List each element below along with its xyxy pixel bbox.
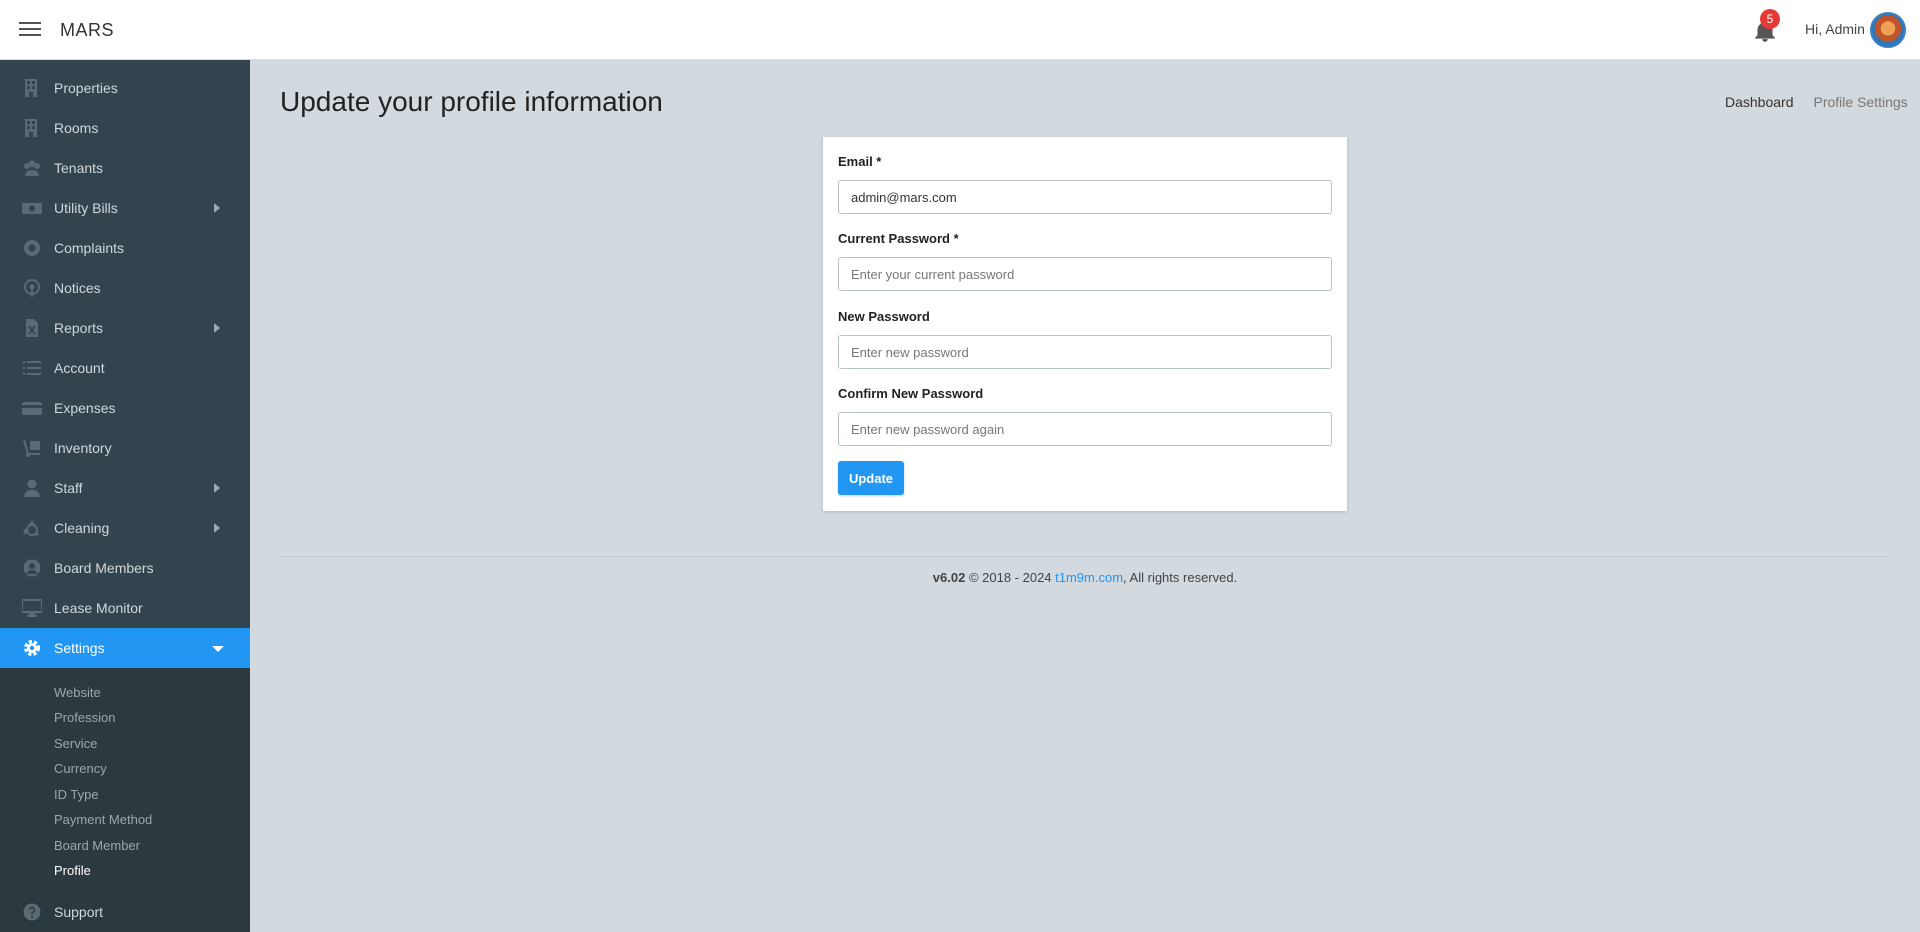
monitor-icon bbox=[22, 599, 42, 617]
sidebar-item-settings[interactable]: Settings bbox=[0, 628, 250, 668]
sidebar-item-complaints[interactable]: Complaints bbox=[0, 228, 250, 268]
user-icon bbox=[24, 479, 40, 497]
hamburger-menu-icon[interactable] bbox=[19, 22, 41, 38]
submenu-item-board-member[interactable]: Board Member bbox=[54, 838, 140, 853]
sidebar-item-account[interactable]: Account bbox=[0, 348, 250, 388]
confirm-password-field[interactable] bbox=[838, 412, 1332, 446]
caret-right-icon bbox=[214, 523, 220, 533]
new-password-field[interactable] bbox=[838, 335, 1332, 369]
sidebar-item-support[interactable]: Support bbox=[0, 892, 250, 932]
breadcrumb-dashboard[interactable]: Dashboard bbox=[1725, 94, 1794, 110]
sidebar-item-label: Properties bbox=[54, 80, 118, 96]
sidebar-item-label: Expenses bbox=[54, 400, 116, 416]
money-icon bbox=[22, 203, 42, 214]
new-password-label: New Password bbox=[838, 309, 930, 324]
caret-right-icon bbox=[214, 203, 220, 213]
recycle-icon bbox=[23, 520, 39, 536]
breadcrumb: Dashboard Profile Settings bbox=[1725, 94, 1908, 110]
footer-version: v6.02 bbox=[932, 570, 966, 585]
caret-right-icon bbox=[214, 323, 220, 333]
sidebar-item-utility-bills[interactable]: Utility Bills bbox=[0, 188, 250, 228]
building-icon bbox=[25, 119, 37, 137]
submenu-item-currency[interactable]: Currency bbox=[54, 761, 107, 776]
sidebar: Properties Rooms Tenants Utility Bills C… bbox=[0, 60, 250, 932]
submenu-item-profession[interactable]: Profession bbox=[54, 710, 115, 725]
sidebar-item-label: Rooms bbox=[54, 120, 99, 136]
sidebar-item-label: Complaints bbox=[54, 240, 125, 256]
excel-file-icon bbox=[26, 319, 38, 337]
breadcrumb-profile-settings: Profile Settings bbox=[1813, 94, 1908, 110]
sidebar-item-label: Reports bbox=[54, 320, 104, 336]
footer: v6.02 © 2018 - 2024 t1m9m.com, All right… bbox=[280, 570, 1890, 585]
email-label: Email * bbox=[838, 154, 882, 169]
submenu-item-id-type[interactable]: ID Type bbox=[54, 787, 99, 802]
sidebar-item-notices[interactable]: Notices bbox=[0, 268, 250, 308]
sidebar-item-staff[interactable]: Staff bbox=[0, 468, 250, 508]
sidebar-item-inventory[interactable]: Inventory bbox=[0, 428, 250, 468]
current-password-label: Current Password * bbox=[838, 231, 959, 246]
caret-down-icon bbox=[212, 646, 224, 652]
confirm-password-label: Confirm New Password bbox=[838, 386, 984, 401]
sidebar-item-label: Inventory bbox=[54, 440, 112, 456]
current-password-field[interactable] bbox=[838, 257, 1332, 291]
sidebar-item-label: Lease Monitor bbox=[54, 600, 143, 616]
footer-site-link[interactable]: t1m9m.com bbox=[1055, 570, 1123, 585]
top-bar: MARS 5 Hi, Admin bbox=[0, 0, 1920, 60]
question-circle-icon bbox=[23, 903, 41, 921]
sidebar-item-cleaning[interactable]: Cleaning bbox=[0, 508, 250, 548]
sidebar-item-label: Tenants bbox=[54, 160, 104, 176]
sidebar-item-label: Account bbox=[54, 360, 105, 376]
sidebar-item-label: Utility Bills bbox=[54, 200, 118, 216]
update-button[interactable]: Update bbox=[838, 461, 904, 495]
user-circle-icon bbox=[23, 559, 41, 577]
brand-name: MARS bbox=[60, 20, 115, 40]
dolly-icon bbox=[23, 439, 40, 457]
users-icon bbox=[24, 160, 40, 176]
sidebar-item-label: Cleaning bbox=[54, 520, 110, 536]
sidebar-item-rooms[interactable]: Rooms bbox=[0, 108, 250, 148]
footer-divider bbox=[280, 556, 1890, 557]
sidebar-item-label: Staff bbox=[54, 480, 83, 496]
submenu-item-service[interactable]: Service bbox=[54, 736, 97, 751]
email-field[interactable] bbox=[838, 180, 1332, 214]
footer-copyright: © 2018 - 2024 bbox=[965, 570, 1056, 585]
credit-card-icon bbox=[22, 402, 42, 415]
broadcast-icon bbox=[24, 279, 40, 297]
sidebar-item-label: Board Members bbox=[54, 560, 154, 576]
submenu-item-profile[interactable]: Profile bbox=[54, 863, 91, 878]
footer-rights: , All rights reserved. bbox=[1123, 570, 1238, 585]
sidebar-item-label: Notices bbox=[54, 280, 101, 296]
list-icon bbox=[23, 361, 41, 375]
sidebar-item-properties[interactable]: Properties bbox=[0, 68, 250, 108]
page-title: Update your profile information bbox=[280, 86, 663, 117]
avatar[interactable] bbox=[1870, 12, 1906, 48]
sidebar-item-expenses[interactable]: Expenses bbox=[0, 388, 250, 428]
gear-icon bbox=[24, 640, 40, 656]
sidebar-item-label: Settings bbox=[54, 640, 105, 656]
building-icon bbox=[25, 79, 37, 97]
profile-form-card: Email * Current Password * New Password … bbox=[823, 137, 1347, 511]
submenu-item-payment-method[interactable]: Payment Method bbox=[54, 812, 152, 827]
caret-right-icon bbox=[214, 483, 220, 493]
user-greeting[interactable]: Hi, Admin bbox=[1805, 21, 1865, 37]
notification-badge: 5 bbox=[1760, 9, 1780, 29]
sidebar-item-tenants[interactable]: Tenants bbox=[0, 148, 250, 188]
submenu-item-website[interactable]: Website bbox=[54, 685, 101, 700]
sidebar-item-label: Support bbox=[54, 904, 104, 920]
sidebar-item-reports[interactable]: Reports bbox=[0, 308, 250, 348]
sidebar-item-board-members[interactable]: Board Members bbox=[0, 548, 250, 588]
sidebar-item-lease-monitor[interactable]: Lease Monitor bbox=[0, 588, 250, 628]
lifebuoy-icon bbox=[24, 240, 40, 256]
